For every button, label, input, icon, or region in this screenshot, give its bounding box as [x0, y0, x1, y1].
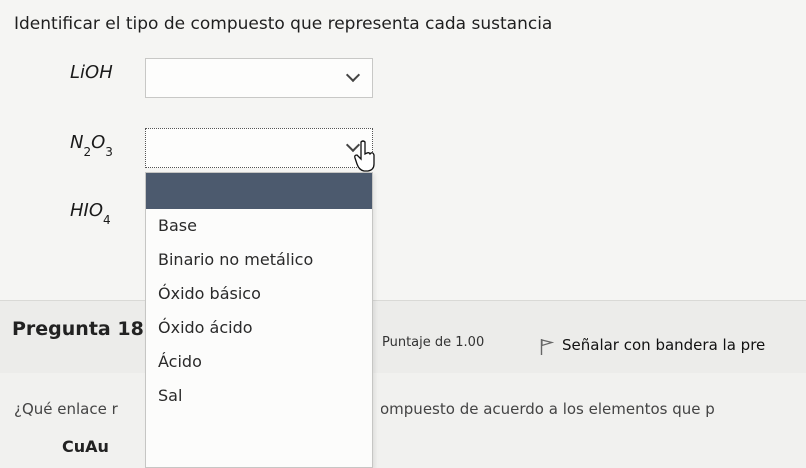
question-prompt: Identificar el tipo de compuesto que rep… [14, 14, 553, 34]
dropdown-option-binario-no-metalico[interactable]: Binario no metálico [146, 243, 372, 277]
flag-question-link[interactable]: Señalar con bandera la pre [562, 336, 765, 354]
question-number: Pregunta 18 [12, 318, 144, 340]
select-lioh[interactable] [145, 58, 373, 98]
compound-cuau: CuAu [62, 437, 109, 456]
formula-hio4-base: HIO [70, 200, 104, 221]
formula-n2o3-sub1: 2 [83, 144, 92, 159]
formula-n2o3-sub2: 3 [105, 144, 113, 159]
text-gap [373, 396, 381, 420]
formula-lioh-text: LiOH [70, 62, 113, 83]
dropdown-list[interactable]: Base Binario no metálico Óxido básico Óx… [145, 172, 373, 468]
dropdown-option-acido[interactable]: Ácido [146, 345, 372, 379]
question-text-right: ompuesto de acuerdo a los elementos que … [380, 400, 715, 418]
formula-hio4: HIO4 [70, 200, 111, 227]
formula-lioh: LiOH [70, 62, 113, 83]
select-n2o3[interactable] [145, 128, 373, 168]
dropdown-option-sal[interactable]: Sal [146, 379, 372, 413]
dropdown-option-base[interactable]: Base [146, 209, 372, 243]
question-text-left: ¿Qué enlace r [14, 400, 118, 418]
question-points: Puntaje de 1.00 [382, 335, 485, 350]
dropdown-option-oxido-acido[interactable]: Óxido ácido [146, 311, 372, 345]
formula-n2o3-o: O [91, 132, 106, 153]
dropdown-option-oxido-basico[interactable]: Óxido básico [146, 277, 372, 311]
formula-n2o3-n: N [70, 132, 84, 153]
hand-pointer-icon [354, 140, 375, 172]
flag-icon[interactable] [540, 338, 554, 356]
chevron-down-icon [345, 67, 361, 83]
formula-hio4-sub: 4 [103, 212, 111, 227]
dropdown-highlighted-option[interactable] [146, 173, 372, 209]
question-panel [0, 0, 806, 300]
formula-n2o3: N2O3 [70, 132, 113, 159]
